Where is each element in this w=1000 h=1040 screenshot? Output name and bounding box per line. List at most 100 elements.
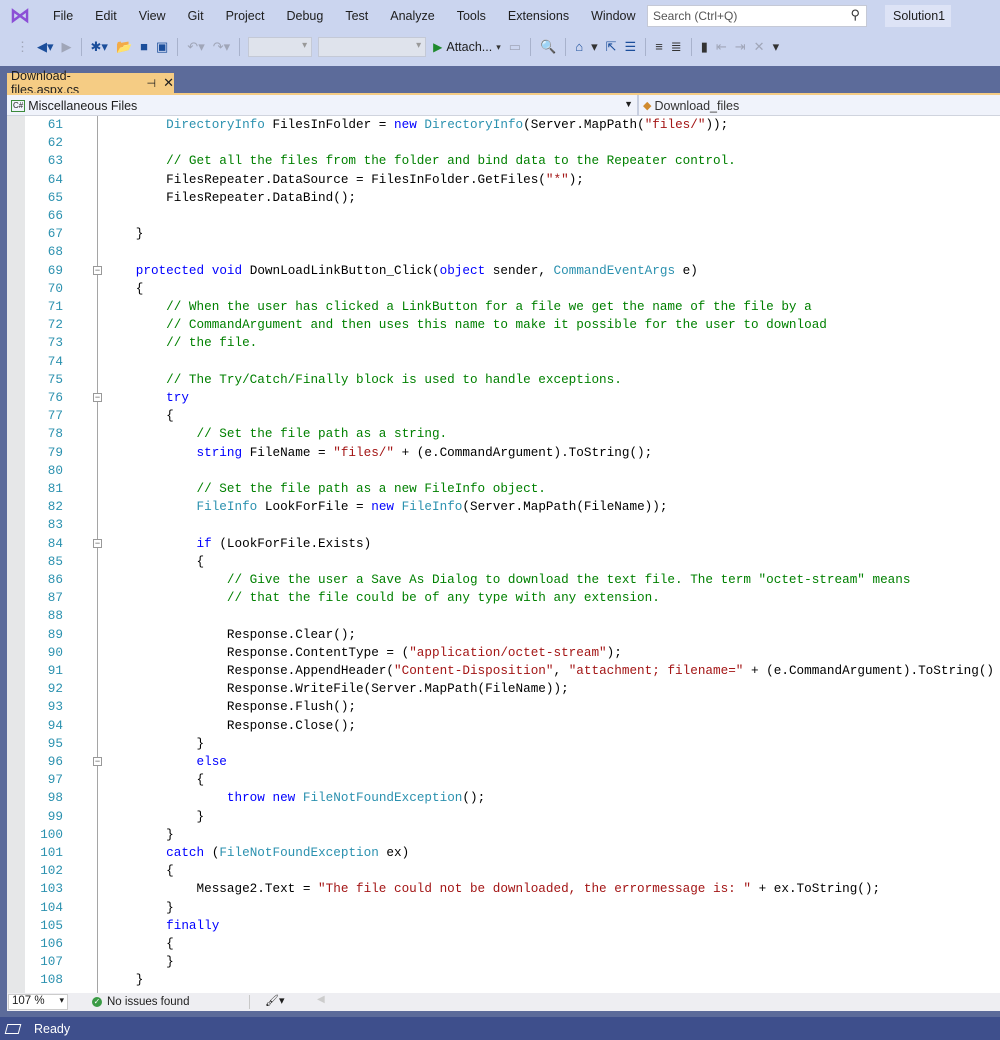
menu-git[interactable]: Git — [177, 9, 215, 23]
zoom-dropdown[interactable]: 107 % — [8, 994, 68, 1010]
project-dropdown[interactable]: C# Miscellaneous Files ▼ — [7, 95, 635, 116]
code-line: 88 — [7, 607, 1000, 625]
code-text: } — [75, 808, 205, 826]
attach-dropdown-icon[interactable]: ▾ — [496, 39, 501, 55]
line-number: 64 — [47, 171, 63, 187]
line-number: 107 — [40, 954, 63, 970]
line-number: 100 — [40, 826, 63, 842]
code-token: )); — [705, 117, 729, 132]
code-line: 107 } — [7, 953, 1000, 971]
bookmark-icon[interactable]: ▮ — [701, 39, 708, 55]
menu-file[interactable]: File — [42, 9, 84, 23]
comment-icon[interactable]: ≣ — [671, 39, 682, 55]
code-text: // the file. — [75, 334, 257, 352]
close-icon[interactable]: ✕ — [163, 75, 174, 91]
menu-window[interactable]: Window — [580, 9, 646, 23]
code-token: ex) — [378, 845, 410, 860]
code-line: 87 // that the file could be of any type… — [7, 589, 1000, 607]
code-token: // The Try/Catch/Finally block is used t… — [75, 371, 622, 387]
prev-bookmark-icon[interactable]: ⇤ — [716, 39, 727, 55]
code-line: 103 Message2.Text = "The file could not … — [7, 880, 1000, 898]
code-token: FilesInFolder = — [264, 117, 394, 132]
open-folder-icon[interactable]: 📂 — [116, 39, 132, 55]
code-token: FileInfo — [75, 499, 258, 515]
code-line: 64 FilesRepeater.DataSource = FilesInFol… — [7, 171, 1000, 189]
save-icon[interactable]: ■ — [140, 39, 148, 55]
code-line: 68 — [7, 243, 1000, 261]
code-text: { — [75, 771, 205, 789]
platform-dropdown[interactable] — [318, 37, 427, 57]
chevron-down-icon: ▼ — [624, 99, 633, 109]
code-token: Message2.Text = — [75, 881, 319, 897]
code-line: 72 // CommandArgument and then uses this… — [7, 316, 1000, 334]
code-editor[interactable]: 61 DirectoryInfo FilesInFolder = new Dir… — [7, 116, 1000, 993]
home-icon[interactable]: ⌂ — [575, 39, 583, 55]
format-icon[interactable]: ☰ — [625, 39, 637, 55]
undo-icon[interactable]: ↶▾ — [187, 39, 204, 55]
code-token: { — [75, 772, 205, 788]
window-icon[interactable]: ▭ — [509, 39, 521, 55]
overflow-icon[interactable]: ▾ — [591, 39, 598, 55]
line-number: 62 — [47, 135, 63, 151]
code-text: DirectoryInfo FilesInFolder = new Direct… — [75, 116, 728, 134]
forward-icon[interactable]: ▶ — [62, 39, 72, 55]
line-number: 106 — [40, 936, 63, 951]
code-token: FilesRepeater.DataBind(); — [75, 189, 357, 205]
start-icon[interactable]: ▶ — [433, 40, 442, 54]
toolbar-grip-icon: ⋮ — [16, 39, 29, 54]
code-text: protected void DownLoadLinkButton_Click(… — [75, 262, 698, 280]
code-token: "The file could not be downloaded, the e… — [318, 881, 751, 897]
code-token: // that the file could be of any type wi… — [75, 590, 660, 606]
search-input[interactable]: Search (Ctrl+Q) ⚲ — [647, 5, 867, 27]
code-token: ); — [606, 644, 622, 660]
scroll-left-icon[interactable]: ◀ — [317, 994, 325, 1005]
code-cleanup-icon[interactable]: 🖌▾ — [265, 994, 285, 1007]
menu-analyze[interactable]: Analyze — [379, 9, 445, 23]
code-token: ); — [568, 171, 584, 187]
redo-icon[interactable]: ↷▾ — [213, 39, 230, 55]
code-text: FileInfo LookForFile = new FileInfo(Serv… — [75, 498, 668, 516]
attach-button[interactable]: Attach... — [446, 40, 492, 54]
line-number: 89 — [47, 626, 63, 642]
indent-icon[interactable]: ≡ — [655, 39, 663, 55]
clear-bookmarks-icon[interactable]: ✕ — [754, 39, 765, 55]
menu-extensions[interactable]: Extensions — [497, 9, 580, 23]
overflow-icon[interactable]: ▾ — [773, 39, 780, 55]
configuration-dropdown[interactable] — [248, 37, 313, 57]
pin-icon[interactable]: ⊣ — [147, 77, 157, 90]
line-number: 83 — [47, 517, 63, 533]
code-text: finally — [75, 917, 219, 935]
code-line: 78 // Set the file path as a string. — [7, 425, 1000, 443]
next-bookmark-icon[interactable]: ⇥ — [735, 39, 746, 55]
menu-edit[interactable]: Edit — [84, 9, 128, 23]
member-dropdown[interactable]: ◆ Download_files — [637, 95, 1000, 116]
code-line: 92 Response.WriteFile(Server.MapPath(Fil… — [7, 680, 1000, 698]
menu-tools[interactable]: Tools — [446, 9, 497, 23]
code-text: // Set the file path as a new FileInfo o… — [75, 480, 546, 498]
code-token: } — [75, 226, 144, 242]
line-number: 90 — [47, 644, 63, 660]
code-text: Response.ContentType = ("application/oct… — [75, 644, 622, 662]
find-in-folder-icon[interactable]: 🔍 — [540, 39, 556, 55]
code-line: 101 catch (FileNotFoundException ex) — [7, 844, 1000, 862]
code-token: // Give the user a Save As Dialog to dow… — [75, 572, 911, 587]
line-number: 77 — [47, 408, 63, 424]
menu-view[interactable]: View — [128, 9, 177, 23]
line-number: 99 — [47, 808, 63, 824]
navigation-bar: C# Miscellaneous Files ▼ ◆ Download_files — [7, 95, 1000, 116]
line-number: 104 — [40, 899, 63, 915]
code-text: } — [75, 953, 174, 971]
menu-test[interactable]: Test — [334, 9, 379, 23]
menu-debug[interactable]: Debug — [275, 9, 334, 23]
issues-indicator[interactable]: No issues found — [107, 996, 189, 1008]
save-all-icon[interactable]: ▣ — [156, 39, 168, 55]
code-line: 102 { — [7, 862, 1000, 880]
line-number: 80 — [47, 462, 63, 478]
code-token: { — [75, 936, 174, 951]
select-icon[interactable]: ⇱ — [606, 39, 617, 55]
menu-project[interactable]: Project — [215, 9, 276, 23]
back-icon[interactable]: ◀▾ — [37, 39, 54, 55]
code-token: else — [75, 754, 227, 769]
new-item-icon[interactable]: ✱▾ — [91, 39, 108, 55]
tab-download-files[interactable]: Download-files.aspx.cs ⊣ ✕ — [7, 69, 174, 97]
